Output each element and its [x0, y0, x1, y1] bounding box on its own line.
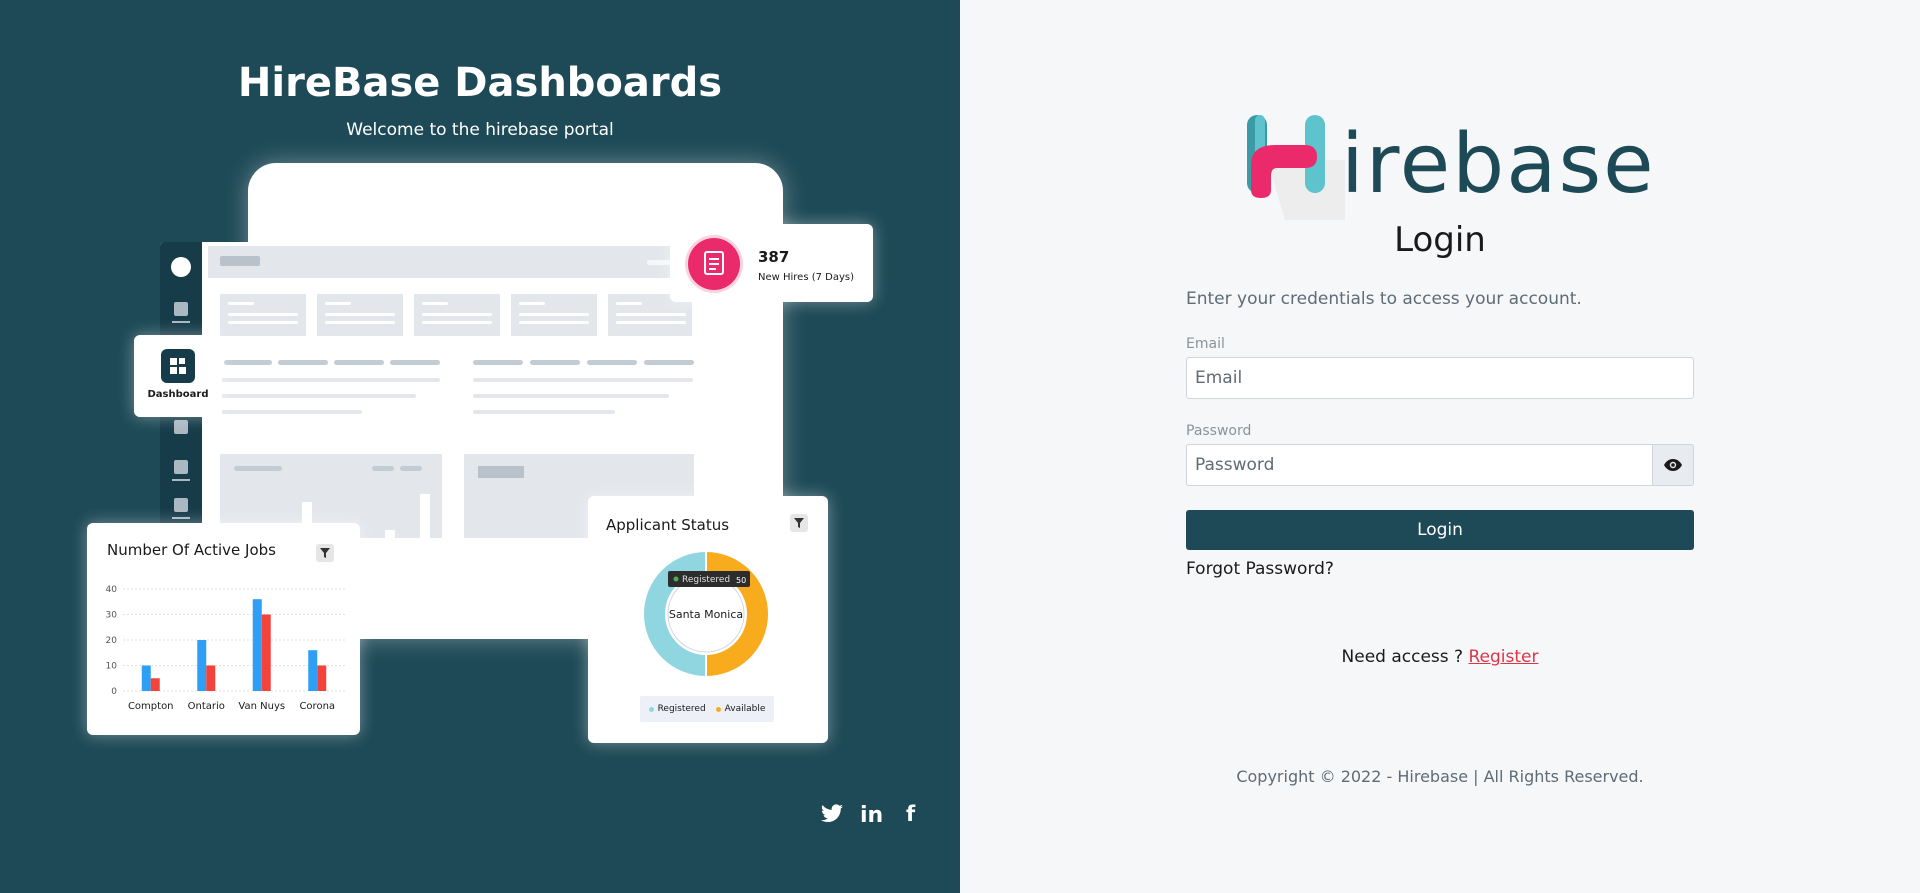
- tooltip-label: Registered: [682, 575, 730, 585]
- linkedin-icon[interactable]: in: [860, 803, 883, 828]
- need-access-text: Need access ?: [1341, 647, 1464, 667]
- password-field[interactable]: Password: [1186, 444, 1653, 486]
- register-link[interactable]: Register: [1468, 647, 1538, 667]
- hero-subtitle: Welcome to the hirebase portal: [346, 120, 614, 140]
- y-tick-label: 30: [106, 611, 118, 621]
- hirebase-logo: irebase: [1245, 110, 1654, 220]
- x-tick-label: Ontario: [188, 701, 225, 712]
- illustration-dashboard: [160, 242, 720, 538]
- y-tick-label: 40: [106, 585, 118, 595]
- avatar: [171, 257, 191, 277]
- chart-bar: [261, 614, 271, 691]
- chart-bar: [197, 640, 207, 691]
- chart-bar: [308, 650, 318, 691]
- y-tick-label: 10: [106, 662, 118, 672]
- illustration-dashboard-badge: Dashboard: [134, 335, 222, 417]
- twitter-icon[interactable]: [820, 804, 844, 830]
- facebook-icon[interactable]: f: [906, 802, 915, 826]
- email-field[interactable]: Email: [1186, 357, 1694, 399]
- x-tick-label: Corona: [299, 701, 335, 712]
- logo-h-icon: [1247, 115, 1345, 220]
- x-tick-label: Compton: [128, 701, 174, 712]
- legend-item: Available: [715, 704, 765, 714]
- active-jobs-card: Number Of Active Jobs 0 10 20 30 40 Compton On…: [87, 523, 360, 735]
- login-panel: irebase Login Enter your credentials to …: [960, 0, 1920, 893]
- new-hires-value: 387: [758, 248, 790, 266]
- toggle-password-button[interactable]: [1652, 444, 1694, 486]
- chart-tooltip: Registered 50: [668, 571, 750, 587]
- chart-bar: [150, 678, 160, 691]
- chart-legend: Registered Available: [640, 696, 774, 722]
- login-title: Login: [1394, 220, 1486, 260]
- hero-title: HireBase Dashboards: [237, 60, 723, 106]
- new-hires-label: New Hires (7 Days): [758, 272, 855, 283]
- document-icon: [688, 238, 740, 290]
- new-hires-card: 387 New Hires (7 Days): [670, 224, 873, 302]
- logo-text: irebase: [1341, 117, 1656, 212]
- email-label: Email: [1186, 336, 1225, 352]
- login-page: HireBase Dashboards Welcome to the hireb…: [0, 0, 1920, 893]
- hero-panel: HireBase Dashboards Welcome to the hireb…: [0, 0, 960, 893]
- dashboard-icon: [161, 349, 195, 383]
- y-tick-label: 20: [106, 636, 118, 646]
- legend-item: Registered: [648, 704, 706, 714]
- need-access: Need access ? Register: [960, 647, 1920, 667]
- chart-bar: [206, 665, 216, 691]
- chart-bar: [141, 665, 151, 691]
- copyright: Copyright © 2022 - Hirebase | All Rights…: [1236, 767, 1644, 786]
- password-label: Password: [1186, 423, 1252, 439]
- eye-icon: [1664, 459, 1682, 471]
- chart-bar: [317, 665, 327, 691]
- applicant-status-card: Applicant Status Santa Monica Registered 5…: [588, 496, 828, 743]
- dashboard-label: Dashboard: [147, 389, 209, 400]
- chart-bar: [252, 599, 262, 691]
- donut-center-label: Santa Monica: [669, 608, 743, 621]
- active-jobs-chart: 0 10 20 30 40 Compton Ontario Van Nuys Corona: [106, 585, 345, 712]
- forgot-password-link[interactable]: Forgot Password?: [1186, 559, 1334, 579]
- login-button[interactable]: Login: [1186, 510, 1694, 550]
- y-tick-label: 0: [111, 687, 117, 697]
- x-tick-label: Van Nuys: [238, 701, 285, 712]
- login-lead: Enter your credentials to access your ac…: [1186, 289, 1582, 309]
- tooltip-value: 50: [736, 576, 746, 585]
